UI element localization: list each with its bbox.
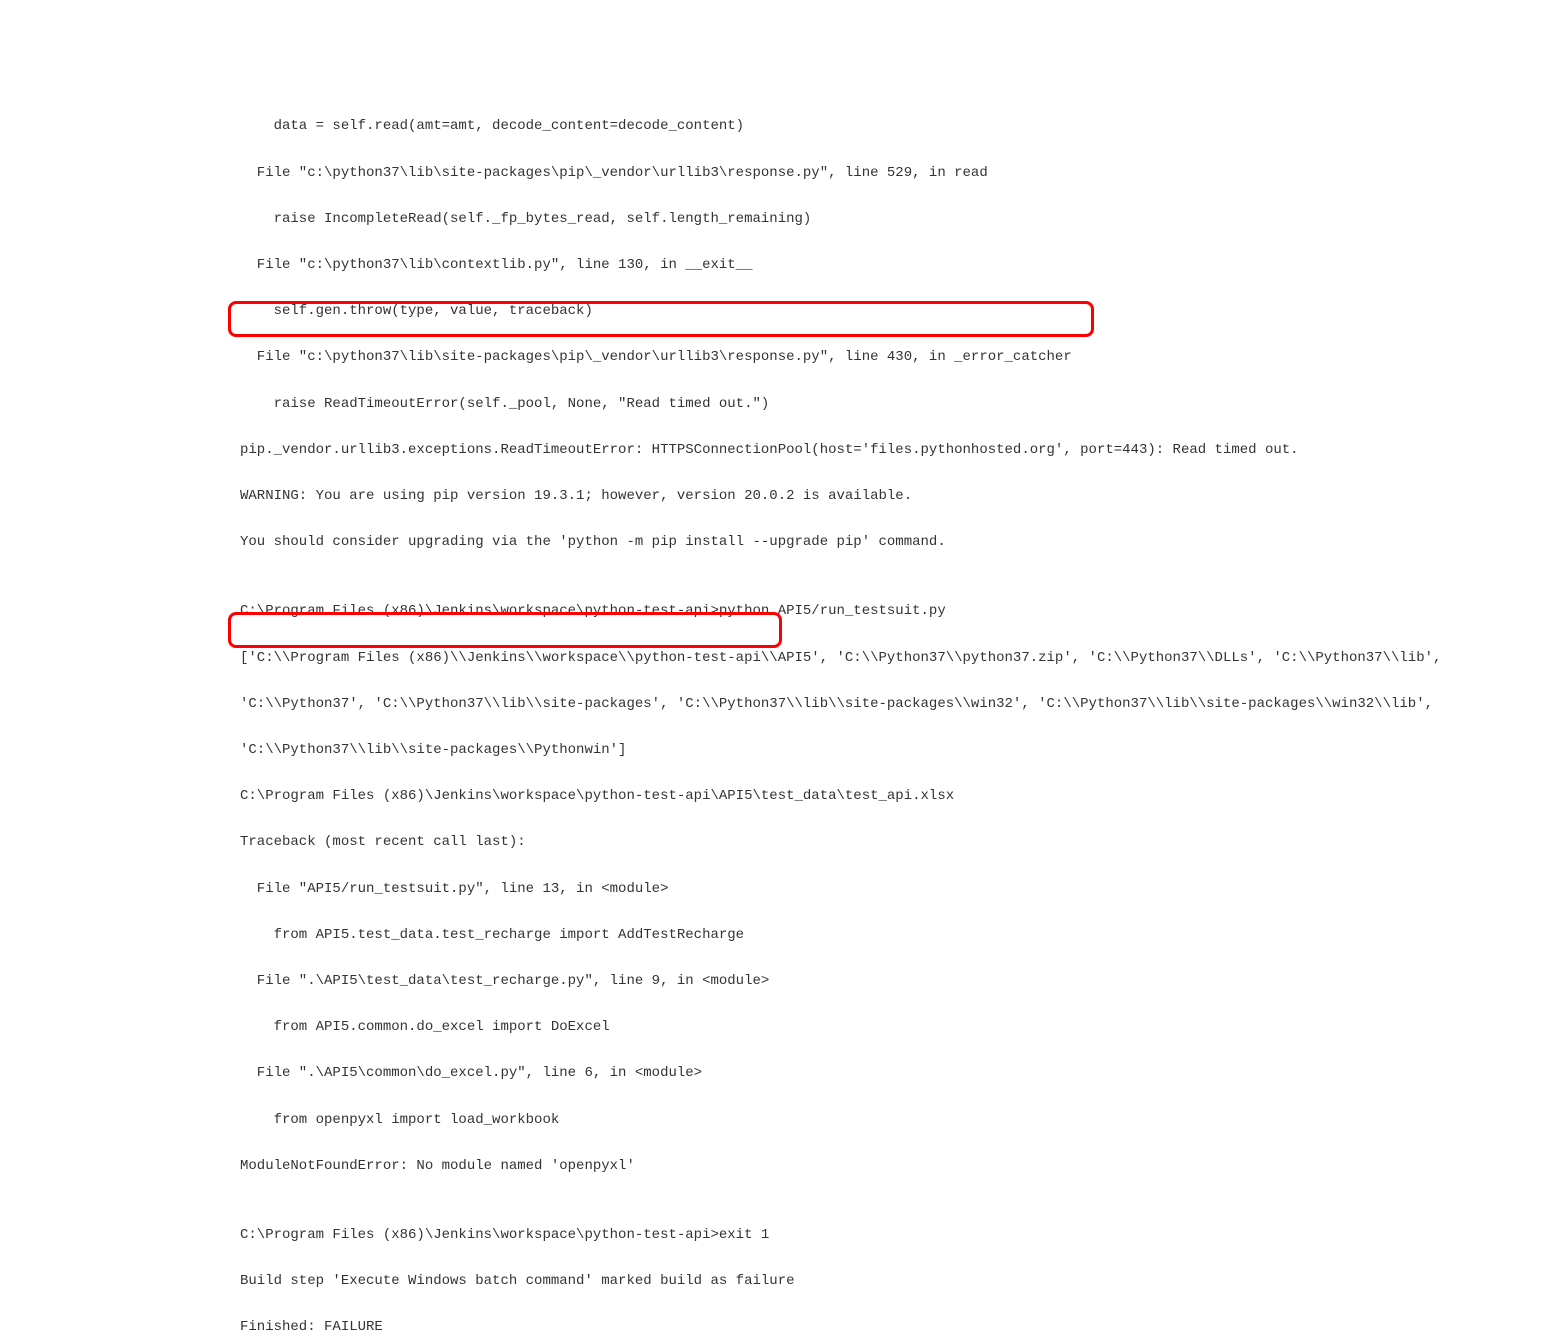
console-line: ModuleNotFoundError: No module named 'op… — [240, 1155, 1565, 1178]
console-line: data = self.read(amt=amt, decode_content… — [240, 115, 1565, 138]
console-line: 'C:\\Python37\\lib\\site-packages\\Pytho… — [240, 739, 1565, 762]
console-line: Build step 'Execute Windows batch comman… — [240, 1270, 1565, 1293]
console-line: C:\Program Files (x86)\Jenkins\workspace… — [240, 1224, 1565, 1247]
console-line: self.gen.throw(type, value, traceback) — [240, 300, 1565, 323]
console-line: pip._vendor.urllib3.exceptions.ReadTimeo… — [240, 439, 1565, 462]
console-line: File "c:\python37\lib\site-packages\pip\… — [240, 162, 1565, 185]
console-line: File "c:\python37\lib\contextlib.py", li… — [240, 254, 1565, 277]
console-line: File "c:\python37\lib\site-packages\pip\… — [240, 346, 1565, 369]
console-line: Finished: FAILURE — [240, 1316, 1565, 1338]
console-line: raise ReadTimeoutError(self._pool, None,… — [240, 393, 1565, 416]
console-output: data = self.read(amt=amt, decode_content… — [0, 92, 1565, 1338]
console-line: File "API5/run_testsuit.py", line 13, in… — [240, 878, 1565, 901]
console-line: from openpyxl import load_workbook — [240, 1109, 1565, 1132]
console-line: File ".\API5\test_data\test_recharge.py"… — [240, 970, 1565, 993]
console-line: from API5.test_data.test_recharge import… — [240, 924, 1565, 947]
console-line: from API5.common.do_excel import DoExcel — [240, 1016, 1565, 1039]
console-line: C:\Program Files (x86)\Jenkins\workspace… — [240, 785, 1565, 808]
console-line: raise IncompleteRead(self._fp_bytes_read… — [240, 208, 1565, 231]
console-line: C:\Program Files (x86)\Jenkins\workspace… — [240, 600, 1565, 623]
console-line: 'C:\\Python37', 'C:\\Python37\\lib\\site… — [240, 693, 1565, 716]
console-line: WARNING: You are using pip version 19.3.… — [240, 485, 1565, 508]
console-line: ['C:\\Program Files (x86)\\Jenkins\\work… — [240, 647, 1565, 670]
console-line: Traceback (most recent call last): — [240, 831, 1565, 854]
console-line: You should consider upgrading via the 'p… — [240, 531, 1565, 554]
console-line: File ".\API5\common\do_excel.py", line 6… — [240, 1062, 1565, 1085]
